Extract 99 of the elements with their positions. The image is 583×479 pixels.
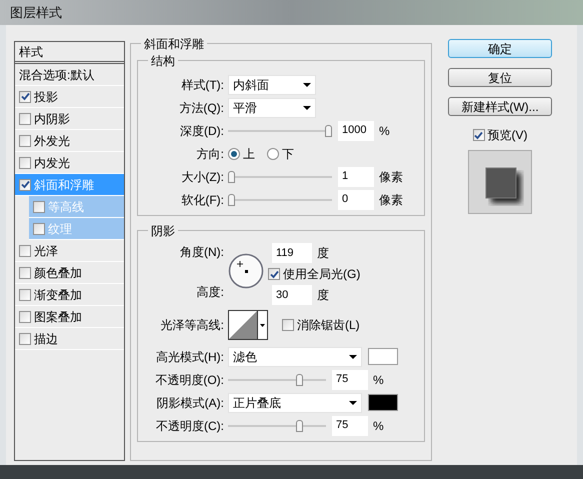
field-label: 样式(T): [180,76,225,94]
item-label: 渐变叠加 [34,286,82,304]
checkbox[interactable] [19,332,31,344]
item-label: 颜色叠加 [34,264,82,282]
caret-icon [260,324,265,326]
slider[interactable] [228,124,332,136]
input-field[interactable]: 1 [338,166,374,186]
field-label: 方法(Q): [178,100,225,116]
style-dropdown[interactable]: 内斜面 [228,74,316,94]
caret-icon [349,400,357,406]
slider-thumb[interactable] [228,170,235,182]
checkbox[interactable] [472,129,484,141]
checkbox[interactable] [33,200,45,212]
field-label: 阴影模式(A): [156,394,225,412]
slider[interactable] [228,194,332,206]
item-label: 内发光 [34,154,70,172]
unit-label: 度 [317,245,329,262]
blend-mode-dropdown[interactable]: 滤色 [228,346,362,366]
field-label: 大小(Z): [180,168,225,186]
checkbox[interactable] [268,268,280,280]
window-title: 图层样式 [10,4,62,22]
dropdown-value: 正片叠底 [233,394,281,412]
item-label: 投影 [34,88,58,106]
dialog-button[interactable]: 复位 [448,68,552,87]
radio-button[interactable] [228,148,240,160]
radio-option[interactable]: 上 [228,144,255,162]
checkbox-label: 预览(V) [488,127,528,144]
item-label: 描边 [34,330,58,348]
unit-label: 度 [317,287,329,304]
input-field[interactable]: 0 [338,190,374,210]
checkbox[interactable] [19,266,31,278]
group-title: 结构 [148,52,178,70]
unit-label: 像素 [379,192,403,208]
checkbox[interactable] [19,90,31,102]
slider[interactable] [228,374,326,386]
panel-title: 斜面和浮雕 [141,35,207,53]
unit-label: % [379,122,390,140]
field-label: 高光模式(H): [155,348,225,366]
unit-label: % [373,372,384,388]
item-label: 斜面和浮雕 [34,176,94,194]
radio-label: 下 [282,146,294,162]
slider-thumb[interactable] [296,420,304,432]
item-label: 纹理 [48,220,72,238]
field-label: 光泽等高线: [160,317,225,334]
contour-picker[interactable] [228,310,268,340]
input-field[interactable]: 119 [272,243,312,263]
unit-label: % [373,418,384,434]
group-title: 阴影 [148,222,178,240]
unit-label: 像素 [379,168,403,186]
checkbox[interactable] [19,244,31,256]
method-dropdown[interactable]: 平滑 [228,98,316,118]
field-label: 不透明度(O): [154,372,225,388]
checkbox[interactable] [282,319,294,331]
field-label: 深度(D): [179,122,225,140]
field-label: 软化(F): [180,192,225,208]
slider-thumb[interactable] [296,374,304,386]
field-label: 高度: [196,284,224,301]
caret-icon [303,104,311,110]
item-label: 混合选项:默认 [19,66,94,84]
checkbox-label: 消除锯齿(L) [297,317,360,334]
radio-label: 上 [243,146,255,162]
item-label: 外发光 [34,132,70,150]
field-label: 方向: [196,146,225,162]
checkbox[interactable] [19,134,31,146]
dialog-button[interactable]: 确定 [448,39,552,58]
radio-option[interactable]: 下 [267,144,294,162]
angle-dial[interactable] [228,253,264,289]
caret-icon [303,82,311,88]
preview-thumbnail [468,150,532,214]
item-label: 内阴影 [34,110,70,128]
slider[interactable] [228,420,326,432]
checkbox[interactable] [19,156,31,168]
input-field[interactable]: 75 [332,370,368,390]
slider[interactable] [228,170,332,182]
checkbox[interactable] [19,112,31,124]
field-label: 不透明度(C): [155,418,225,434]
radio-button[interactable] [267,148,279,160]
slider-thumb[interactable] [325,124,332,136]
color-swatch[interactable] [368,394,398,411]
checkbox[interactable] [33,222,45,234]
slider-thumb[interactable] [228,194,235,206]
blend-mode-dropdown[interactable]: 正片叠底 [228,392,362,412]
input-field[interactable]: 1000 [338,120,374,140]
item-label: 等高线 [48,198,84,216]
field-label: 角度(N): [179,244,224,261]
checkbox-label: 使用全局光(G) [283,266,360,283]
caret-icon [349,354,357,360]
input-field[interactable]: 30 [272,285,312,305]
checkbox[interactable] [19,310,31,322]
checkbox[interactable] [19,178,31,190]
input-field[interactable]: 75 [332,416,368,436]
dropdown-value: 内斜面 [233,76,269,94]
dropdown-value: 平滑 [233,100,257,116]
dropdown-value: 滤色 [233,348,257,366]
dialog-button[interactable]: 新建样式(W)... [448,97,552,116]
item-label: 光泽 [34,242,58,260]
color-swatch[interactable] [368,348,398,365]
item-label: 图案叠加 [34,308,82,326]
checkbox[interactable] [19,288,31,300]
